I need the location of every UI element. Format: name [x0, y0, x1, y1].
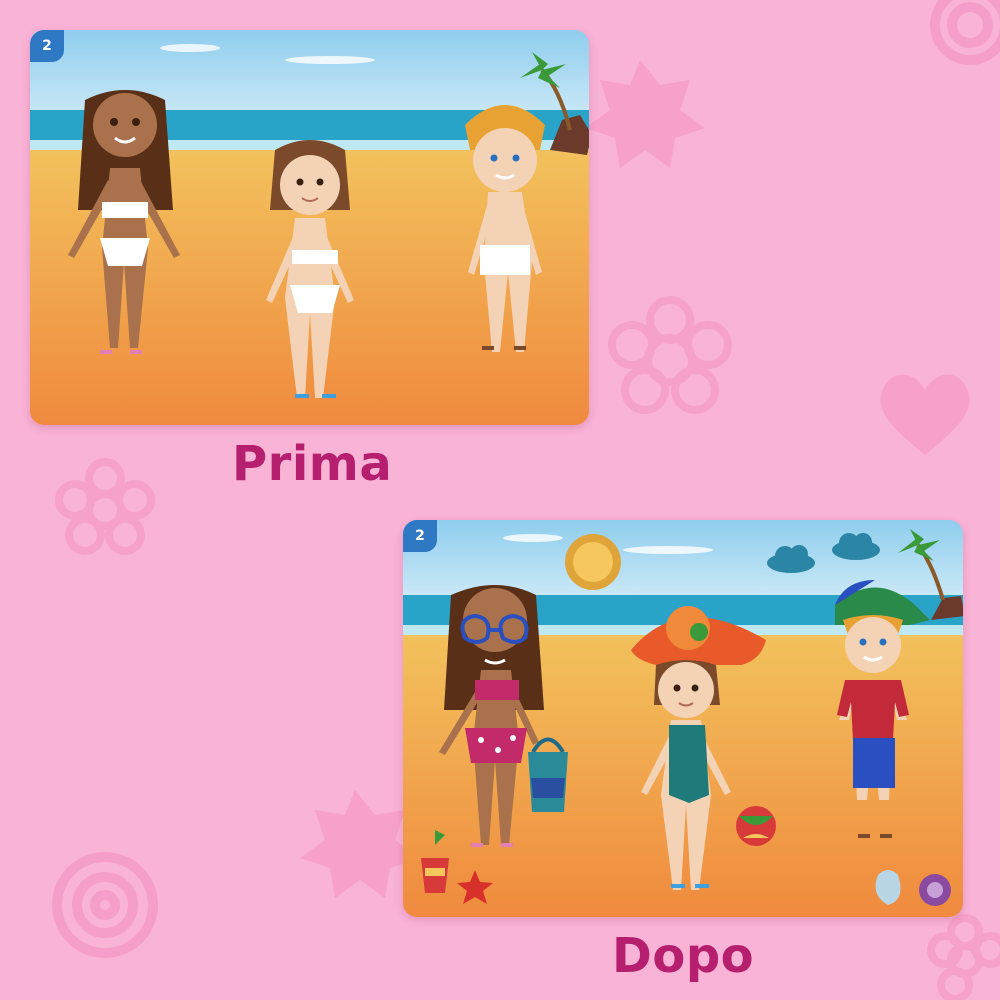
before-beach-illustration: [30, 30, 589, 425]
after-beach-illustration: [403, 520, 963, 917]
after-caption: Dopo: [612, 928, 755, 984]
before-scene-card: 2: [30, 30, 589, 425]
after-scene-card: 2: [403, 520, 963, 917]
before-caption: Prima: [232, 436, 393, 492]
page-number-badge: 2: [403, 520, 437, 552]
beach-ball-sticker: [736, 806, 776, 846]
sun-sticker: [565, 534, 621, 590]
page-number-badge: 2: [30, 30, 64, 62]
